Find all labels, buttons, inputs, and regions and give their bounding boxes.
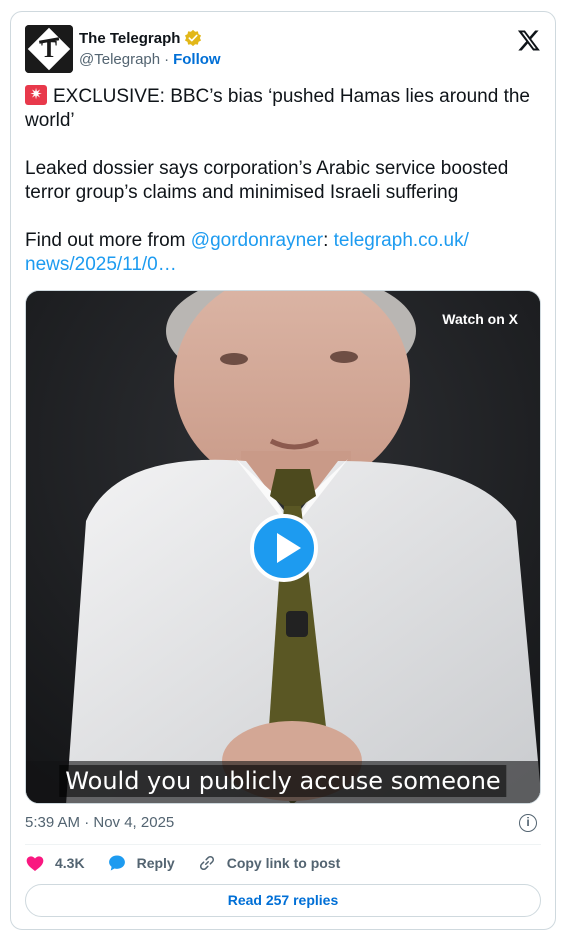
tweet-headline: EXCLUSIVE: BBC’s bias ‘pushed Hamas lies… [25,86,531,131]
link-icon [199,855,214,871]
heart-icon [26,856,44,871]
video-caption: Would you publicly accuse someone [59,765,507,797]
watch-on-x-link[interactable]: Watch on X [442,311,518,327]
colon: : [323,230,334,251]
tweet-timestamp[interactable]: 5:39 AM · Nov 4, 2025 [25,814,174,831]
reply-button[interactable]: Reply [107,853,175,873]
handle-row: @Telegraph · Follow [79,51,221,68]
like-button[interactable]: 4.3K [25,853,85,873]
find-out-prefix: Find out more from [25,230,191,251]
like-count: 4.3K [55,855,85,871]
video-player[interactable]: Watch on X Would you publicly accuse som… [25,290,541,804]
author-name[interactable]: The Telegraph [79,30,180,47]
separator-dot: · [164,51,170,68]
read-replies-button[interactable]: Read 257 replies [25,884,541,917]
tweet-card: T The Telegraph @Telegraph · Follow EXCL… [10,11,556,930]
tweet-header: T The Telegraph @Telegraph · Follow [25,25,541,75]
tweet-text: EXCLUSIVE: BBC’s bias ‘pushed Hamas lies… [25,84,545,277]
copy-link-label: Copy link to post [226,855,341,871]
verified-badge-icon [185,29,202,47]
divider [25,844,541,845]
action-bar: 4.3K Reply Copy link to post [25,853,362,873]
tweet-body: Leaked dossier says corporation’s Arabic… [25,158,509,203]
info-icon[interactable]: i [519,814,537,832]
tweet-links-paragraph: Find out more from @gordonrayner: telegr… [25,229,545,277]
name-row: The Telegraph [79,29,202,47]
x-logo-icon[interactable] [517,28,541,52]
siren-emoji-icon [25,84,47,106]
play-button[interactable] [250,514,318,582]
copy-link-button[interactable]: Copy link to post [197,853,341,873]
reply-bubble-icon [108,855,125,871]
tweet-headline-paragraph: EXCLUSIVE: BBC’s bias ‘pushed Hamas lies… [25,84,545,133]
follow-button[interactable]: Follow [173,51,221,68]
reply-label: Reply [136,855,175,871]
mention-link[interactable]: @gordonrayner [191,230,323,251]
telegraph-logo-icon: T [25,25,73,73]
avatar[interactable]: T [25,25,73,73]
author-handle[interactable]: @Telegraph [79,51,160,68]
